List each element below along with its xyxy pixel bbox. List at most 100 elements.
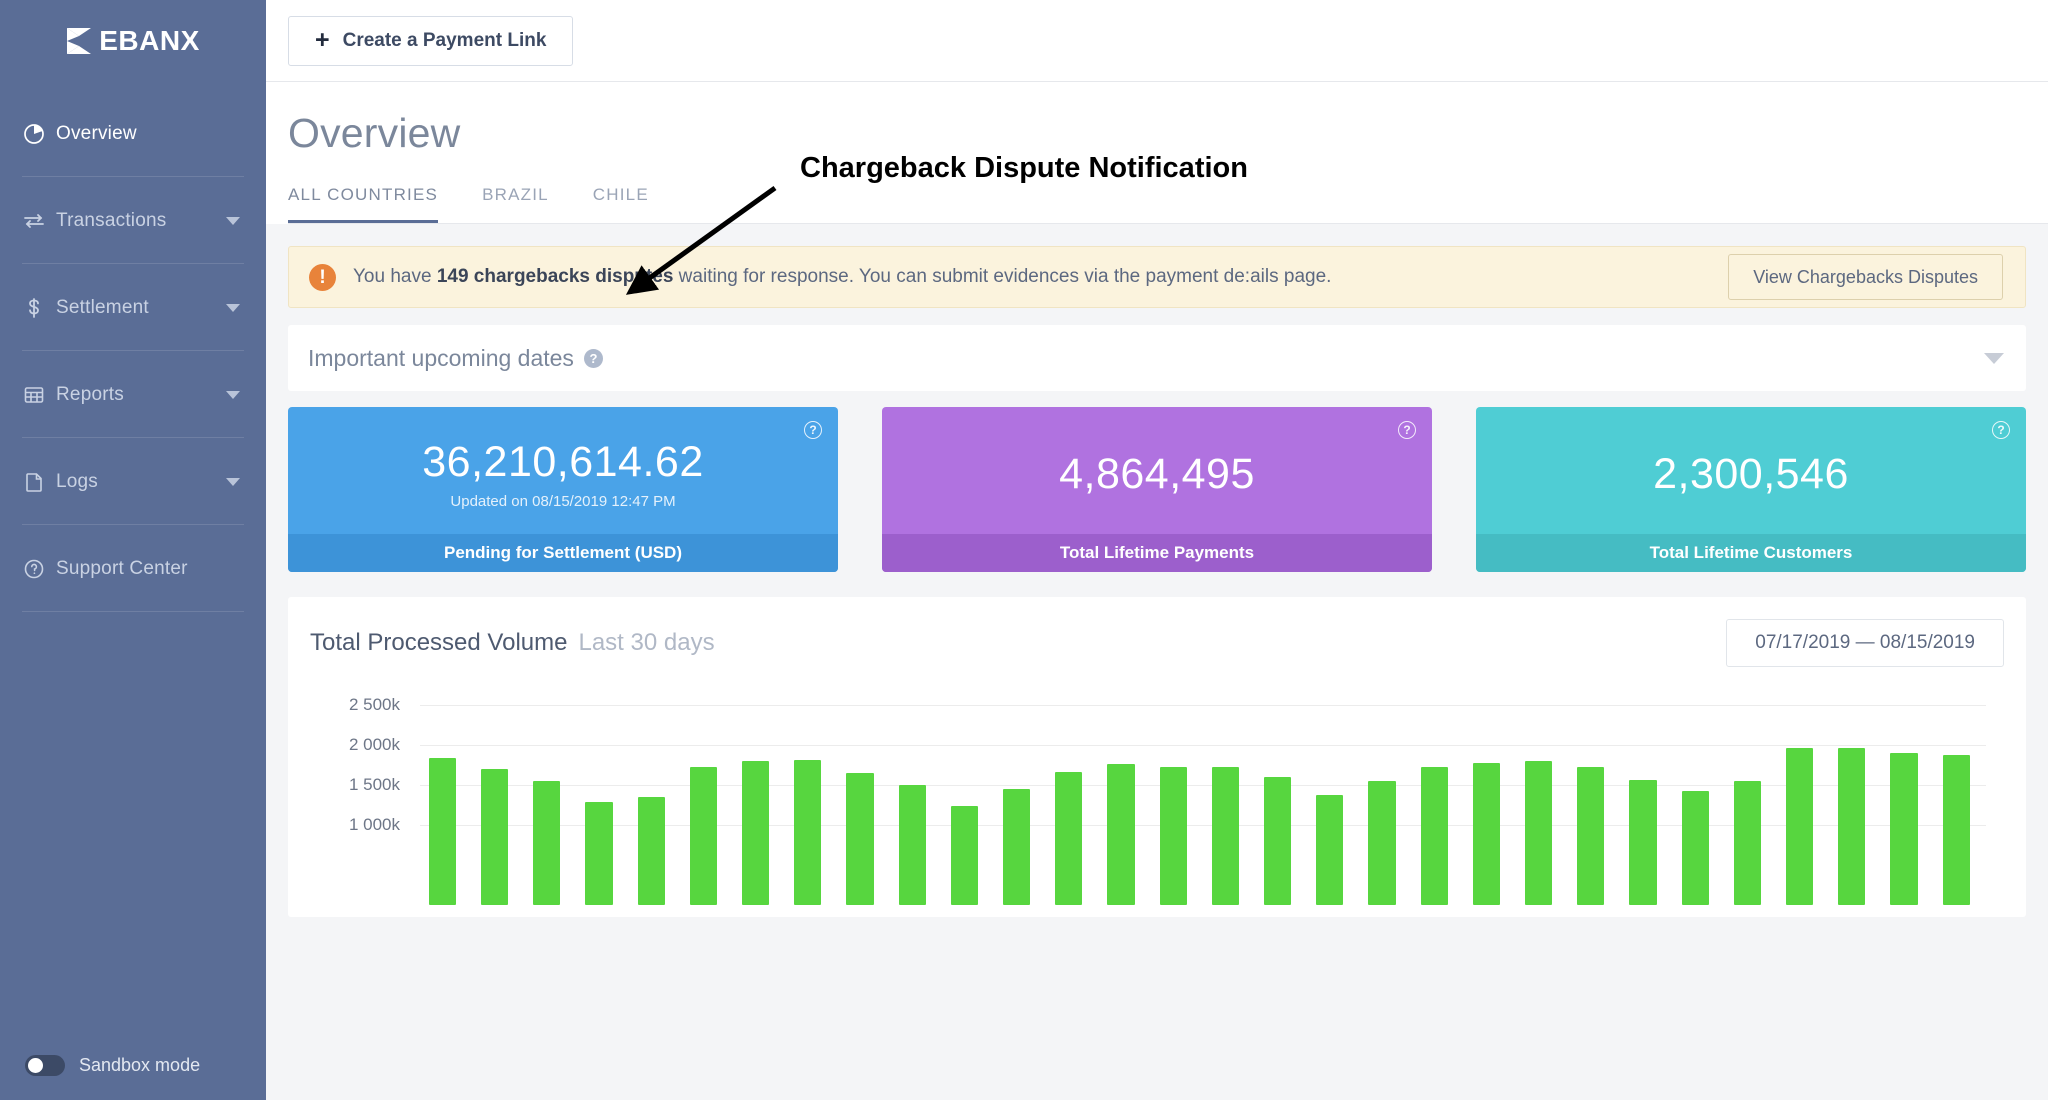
alert-count-text: 149 chargebacks disputes [436,266,674,287]
sidebar-item-reports[interactable]: Reports [0,351,266,438]
chart-plot-area: 1 000k 1 500k 2 000k 2 500k [310,685,2004,905]
brand-name: EBANX [99,25,200,56]
stat-cards: ? 36,210,614.62 Updated on 08/15/2019 12… [288,407,2026,572]
transfer-arrows-icon [22,209,56,233]
chart-bar[interactable] [846,772,874,905]
brand-logo[interactable]: EBANX [0,0,266,82]
card-subtext: Updated on 08/15/2019 12:47 PM [450,492,676,510]
chart-bar[interactable] [1264,776,1292,905]
app-root: EBANX Overview Transactions Settlement R… [0,0,2048,1100]
sidebar-item-logs[interactable]: Logs [0,438,266,525]
chart-bar[interactable] [585,801,613,905]
chart-header: Total Processed Volume Last 30 days 07/1… [310,619,2004,667]
chart-bar[interactable] [533,781,561,905]
country-tabs: ALL COUNTRIES BRAZIL CHILE [288,185,2048,223]
table-grid-icon [22,383,56,407]
y-axis-tick-label: 2 500k [348,695,400,714]
create-payment-link-button[interactable]: + Create a Payment Link [288,15,574,66]
ebanx-logo-icon [67,28,92,54]
chart-bar[interactable] [794,760,822,905]
chevron-down-icon[interactable] [226,477,240,486]
chart-bar[interactable] [1629,779,1657,905]
help-icon[interactable]: ? [583,348,603,368]
y-axis-tick-label: 2 000k [348,735,400,754]
create-payment-link-label: Create a Payment Link [342,29,547,51]
chart-subtitle: Last 30 days [578,629,715,656]
card-total-lifetime-customers[interactable]: ? 2,300,546 Total Lifetime Customers [1476,407,2026,572]
card-value: 2,300,546 [1653,449,1849,498]
card-total-lifetime-payments[interactable]: ? 4,864,495 Total Lifetime Payments [882,407,1432,572]
toggle-switch[interactable] [25,1054,65,1076]
chart-bar[interactable] [898,785,926,905]
sidebar-item-label: Overview [56,122,137,144]
page-content: ! You have 149 chargebacks disputes wait… [266,224,2048,1100]
dollar-icon [22,296,56,320]
toggle-knob [28,1057,43,1073]
alert-text-before: You have [353,266,437,287]
chart-bar[interactable] [1368,780,1396,905]
tab-brazil[interactable]: BRAZIL [482,185,571,223]
sidebar-item-settlement[interactable]: Settlement [0,264,266,351]
important-upcoming-dates-panel[interactable]: Important upcoming dates ? [288,325,2026,391]
chevron-down-icon[interactable] [226,303,240,312]
y-axis-tick-label: 1 000k [348,815,400,834]
chevron-down-icon[interactable] [226,216,240,225]
chart-bar[interactable] [1525,760,1553,905]
chart-bar[interactable] [481,769,509,905]
plus-icon: + [315,26,330,54]
sidebar-item-transactions[interactable]: Transactions [0,177,266,264]
chart-bar[interactable] [689,767,717,905]
sidebar-item-overview[interactable]: Overview [0,90,266,177]
chart-bar[interactable] [1159,767,1187,905]
card-body: 36,210,614.62 Updated on 08/15/2019 12:4… [288,407,838,534]
y-axis-tick-label: 1 500k [348,775,400,794]
card-body: 2,300,546 [1476,407,2026,534]
chart-bar[interactable] [1681,791,1709,905]
card-value: 36,210,614.62 [422,438,704,487]
chart-bar[interactable] [1890,753,1918,905]
card-pending-settlement[interactable]: ? 36,210,614.62 Updated on 08/15/2019 12… [288,407,838,572]
card-value: 4,864,495 [1059,449,1255,498]
chart-bar[interactable] [1420,767,1448,905]
chart-bar[interactable] [1107,763,1135,905]
pie-chart-icon [22,122,56,146]
chart-bar[interactable] [950,805,978,905]
sidebar: EBANX Overview Transactions Settlement R… [0,0,266,1100]
chart-bar[interactable] [1211,766,1239,905]
chart-bar[interactable] [742,760,770,905]
help-icon[interactable]: ? [1398,421,1416,439]
date-range-picker[interactable]: 07/17/2019 — 08/15/2019 [1726,619,2004,667]
chargeback-alert-banner: ! You have 149 chargebacks disputes wait… [288,246,2026,308]
upcoming-dates-title: Important upcoming dates [308,344,574,371]
chart-bar[interactable] [1316,795,1344,905]
chevron-down-icon[interactable] [226,390,240,399]
sidebar-item-support-center[interactable]: Support Center [0,525,266,612]
tab-all-countries[interactable]: ALL COUNTRIES [288,185,460,223]
sidebar-item-label: Settlement [56,296,149,318]
view-chargebacks-disputes-button[interactable]: View Chargebacks Disputes [1728,254,2003,300]
tab-chile[interactable]: CHILE [593,185,671,223]
upcoming-dates-title-wrap: Important upcoming dates ? [308,345,1984,372]
chart-bar[interactable] [1786,748,1814,905]
chart-bar[interactable] [1838,748,1866,905]
alert-message: You have 149 chargebacks disputes waitin… [353,266,1728,288]
tab-label: BRAZIL [482,185,549,204]
chart-bar[interactable] [1942,754,1970,905]
chart-bar[interactable] [637,797,665,905]
top-bar: + Create a Payment Link [266,0,2048,82]
sidebar-nav: Overview Transactions Settlement Reports… [0,90,266,612]
sandbox-mode-label: Sandbox mode [79,1054,201,1075]
chart-bar[interactable] [1055,771,1083,905]
sandbox-mode-toggle[interactable]: Sandbox mode [0,1030,266,1100]
chart-bar[interactable] [1733,781,1761,905]
tab-label: CHILE [592,185,649,204]
chart-bar[interactable] [1472,763,1500,905]
chart-title: Total Processed Volume [310,629,568,656]
alert-text-after: waiting for response. You can submit evi… [673,266,1332,287]
chart-bar[interactable] [1003,789,1031,905]
help-icon[interactable]: ? [804,421,822,439]
chevron-down-icon[interactable] [1984,352,2004,364]
help-icon[interactable]: ? [1992,421,2010,439]
chart-bar[interactable] [428,757,456,905]
chart-bar[interactable] [1577,766,1605,905]
